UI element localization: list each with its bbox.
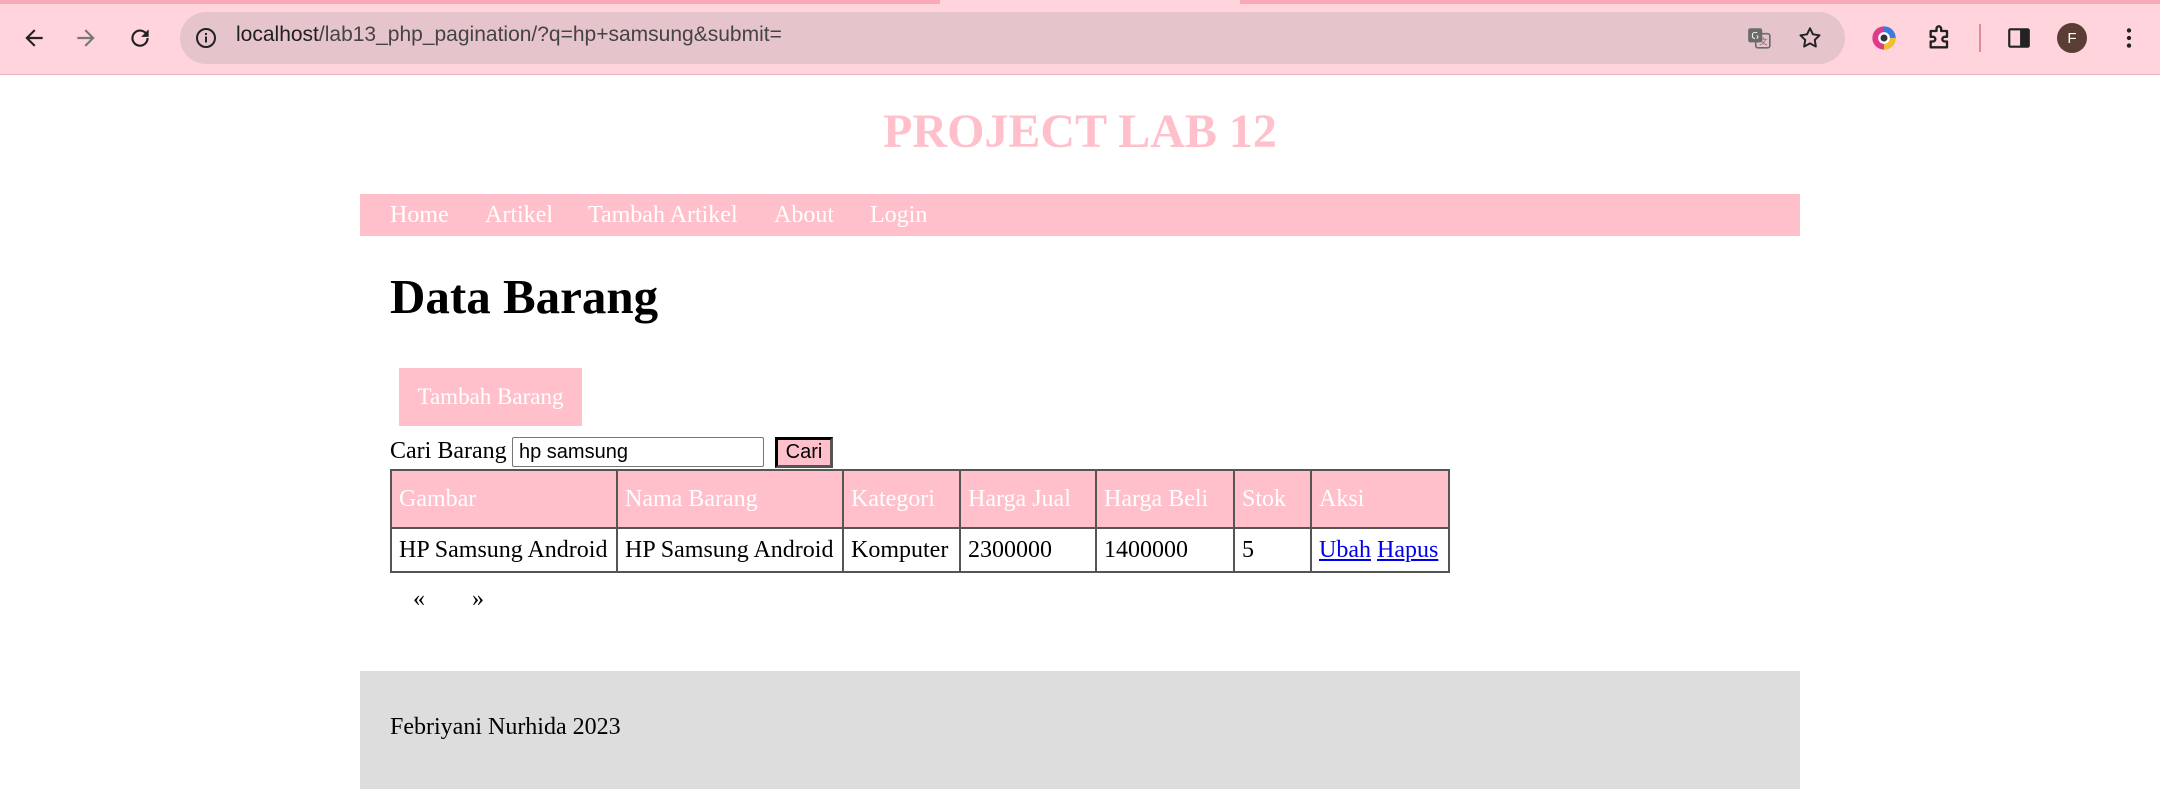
footer-text: Febriyani Nurhida 2023 [390, 714, 621, 740]
translate-button[interactable]: G文 [1745, 24, 1773, 52]
back-button[interactable] [14, 18, 54, 58]
column-header: Gambar [390, 469, 618, 529]
bookmark-star-icon [1799, 27, 1821, 48]
search-label: Cari Barang [390, 438, 507, 464]
url-text[interactable]: localhost/lab13_php_pagination/?q=hp+sam… [236, 23, 782, 47]
color-extension-button[interactable] [1868, 22, 1900, 54]
url-host: localhost [236, 23, 319, 46]
add-item-button[interactable]: Tambah Barang [399, 368, 582, 426]
extensions-button[interactable] [1924, 22, 1956, 54]
table-row: HP Samsung Android HP Samsung Android Ko… [390, 527, 1450, 573]
forward-icon [77, 29, 95, 47]
active-tab[interactable] [940, 0, 1240, 4]
cell-harga-beli: 1400000 [1095, 527, 1235, 573]
column-header: Aksi [1310, 469, 1450, 529]
table-header-row: Gambar Nama Barang Kategori Harga Jual H… [390, 469, 1450, 529]
edit-link[interactable]: Ubah [1319, 537, 1371, 563]
column-header: Stok [1233, 469, 1312, 529]
column-header: Harga Beli [1095, 469, 1235, 529]
side-panel-button[interactable] [2003, 22, 2035, 54]
nav-about[interactable]: About [774, 202, 834, 229]
cell-nama-barang: HP Samsung Android [616, 527, 844, 573]
page-heading: Data Barang [390, 269, 659, 324]
column-header: Harga Jual [959, 469, 1097, 529]
forward-button[interactable] [66, 18, 106, 58]
pagination-next[interactable]: » [472, 586, 484, 613]
cell-kategori: Komputer [842, 527, 961, 573]
browser-toolbar: localhost/lab13_php_pagination/?q=hp+sam… [0, 0, 2160, 75]
pagination-prev[interactable]: « [413, 586, 425, 613]
extensions-puzzle-icon [1929, 25, 1949, 49]
reload-button[interactable] [120, 18, 160, 58]
main-navbar: Home Artikel Tambah Artikel About Login [360, 194, 1800, 236]
reload-icon [131, 29, 149, 47]
cell-aksi: Ubah Hapus [1310, 527, 1450, 573]
search-button[interactable]: Cari [775, 437, 833, 468]
profile-avatar[interactable]: F [2057, 23, 2087, 53]
bookmark-button[interactable] [1796, 24, 1824, 52]
nav-tambah-artikel[interactable]: Tambah Artikel [588, 202, 738, 229]
items-table: Gambar Nama Barang Kategori Harga Jual H… [390, 469, 1450, 573]
site-info-button[interactable] [192, 24, 220, 52]
cell-gambar: HP Samsung Android [390, 527, 618, 573]
column-header: Nama Barang [616, 469, 844, 529]
nav-home[interactable]: Home [390, 202, 449, 229]
address-bar[interactable]: localhost/lab13_php_pagination/?q=hp+sam… [180, 12, 1845, 64]
svg-text:文: 文 [1759, 36, 1768, 47]
back-icon [25, 29, 43, 47]
tab-strip [0, 0, 2160, 4]
color-extension-icon [1872, 26, 1896, 50]
site-info-icon [196, 28, 216, 48]
kebab-menu-icon [2126, 28, 2132, 48]
browser-menu-button[interactable] [2113, 22, 2145, 54]
page-footer: Febriyani Nurhida 2023 [360, 671, 1800, 789]
translate-icon: G文 [1748, 28, 1771, 49]
nav-artikel[interactable]: Artikel [485, 202, 553, 229]
search-input[interactable] [512, 437, 764, 467]
cell-stok: 5 [1233, 527, 1312, 573]
site-title: PROJECT LAB 12 [883, 105, 1277, 158]
toolbar-divider [1979, 24, 1981, 52]
cell-harga-jual: 2300000 [959, 527, 1097, 573]
column-header: Kategori [842, 469, 961, 529]
url-path: /lab13_php_pagination/?q=hp+samsung&subm… [318, 23, 782, 46]
side-panel-icon [2008, 28, 2030, 48]
delete-link[interactable]: Hapus [1377, 537, 1438, 563]
nav-login[interactable]: Login [870, 202, 927, 229]
